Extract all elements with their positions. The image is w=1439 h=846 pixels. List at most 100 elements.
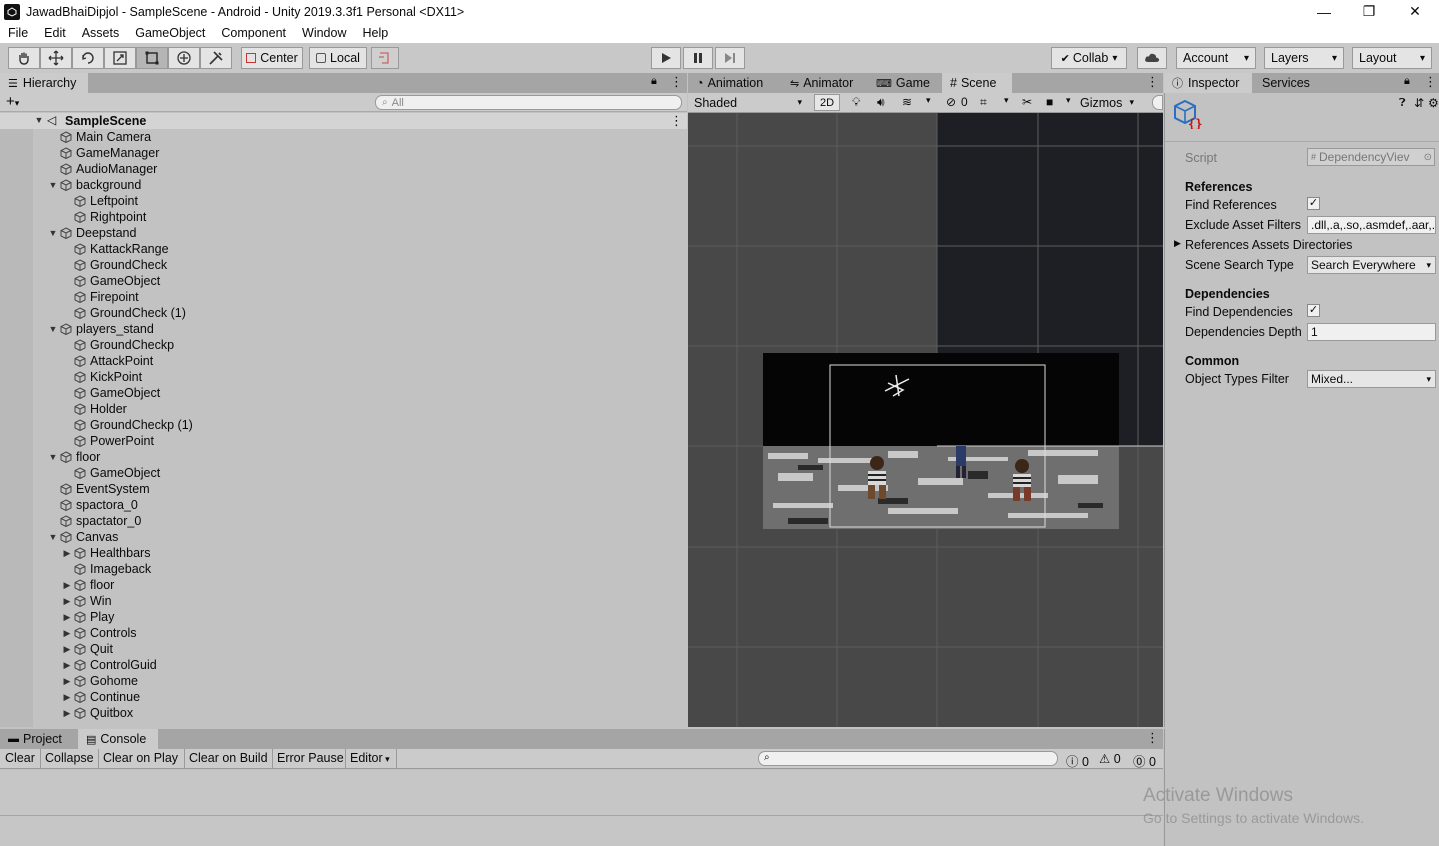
hierarchy-search-input[interactable]: ⌕ All <box>375 95 682 110</box>
tab-project[interactable]: ▬ Project <box>0 729 76 749</box>
pivot-center-button[interactable]: Center <box>241 47 303 69</box>
expand-arrow-icon[interactable]: ▶ <box>62 628 72 639</box>
tab-hierarchy[interactable]: ☰ Hierarchy <box>0 73 88 93</box>
console-menu-icon[interactable]: ⋮ <box>1146 730 1159 746</box>
tab-animator[interactable]: ⇋ Animator <box>782 73 861 93</box>
expand-arrow-icon[interactable]: ▼ <box>48 228 58 238</box>
hierarchy-item[interactable]: ▶ Continue <box>62 689 141 705</box>
hierarchy-item[interactable]: ▶ Healthbars <box>62 545 151 561</box>
hierarchy-item[interactable]: Firepoint <box>62 289 139 305</box>
console-log-area[interactable] <box>0 770 1163 846</box>
hierarchy-item[interactable]: GroundCheckp <box>62 337 174 353</box>
tab-inspector[interactable]: ⓘ Inspector <box>1164 73 1252 93</box>
pause-button[interactable] <box>683 47 713 69</box>
menu-file[interactable]: File <box>0 26 36 40</box>
audio-icon[interactable]: 🔊︎ <box>877 95 885 110</box>
menu-component[interactable]: Component <box>213 26 294 40</box>
object-picker-icon[interactable]: ⊙ <box>1424 152 1432 163</box>
effects-dropdown-icon[interactable]: ▾ <box>926 95 931 106</box>
scale-tool-button[interactable] <box>104 47 136 69</box>
pivot-local-button[interactable]: Local <box>309 47 367 69</box>
play-button[interactable] <box>651 47 681 69</box>
ref-dirs-label[interactable]: References Assets Directories <box>1185 238 1352 252</box>
hierarchy-item[interactable]: ▶ floor <box>62 577 115 593</box>
hierarchy-item[interactable]: ▶ Controls <box>62 625 137 641</box>
hierarchy-item[interactable]: ▼ floor <box>48 449 101 465</box>
hierarchy-item[interactable]: ▶ ControlGuid <box>62 657 157 673</box>
help-icon[interactable]: ❓︎ <box>1399 97 1406 110</box>
expand-arrow-icon[interactable]: ▶ <box>62 660 72 671</box>
hierarchy-item[interactable]: AttackPoint <box>62 353 153 369</box>
expand-arrow-icon[interactable]: ▶ <box>62 708 72 719</box>
dependencies-depth-input[interactable]: 1 <box>1307 323 1436 341</box>
layout-dropdown[interactable]: Layout <box>1352 47 1432 69</box>
transform-tool-button[interactable] <box>168 47 200 69</box>
hierarchy-item[interactable]: ▼ players_stand <box>48 321 154 337</box>
cloud-button[interactable] <box>1137 47 1167 69</box>
editor-dropdown[interactable]: Editor ▾ <box>350 751 390 765</box>
inspector-menu-icon[interactable]: ⋮ <box>1424 74 1437 90</box>
account-dropdown[interactable]: Account <box>1176 47 1256 69</box>
camera-dropdown-icon[interactable]: ▾ <box>1066 95 1071 106</box>
clear-on-build-button[interactable]: Clear on Build <box>189 751 268 765</box>
hierarchy-item[interactable]: Main Camera <box>48 129 151 145</box>
clear-button[interactable]: Clear <box>5 751 35 765</box>
hierarchy-item[interactable]: ▶ Gohome <box>62 673 138 689</box>
info-toggle[interactable]: ⓘ 0 <box>1066 751 1089 770</box>
expand-arrow-icon[interactable]: ▶ <box>62 580 72 591</box>
hierarchy-item[interactable]: Leftpoint <box>62 193 138 209</box>
find-dependencies-checkbox[interactable]: ✓ <box>1307 304 1320 317</box>
console-search-input[interactable]: ⌕ <box>758 751 1058 766</box>
hierarchy-item[interactable]: GameObject <box>62 273 160 289</box>
object-types-dropdown[interactable]: Mixed... ▾ <box>1307 370 1436 388</box>
clear-on-play-button[interactable]: Clear on Play <box>103 751 178 765</box>
rect-tool-button[interactable] <box>136 47 168 69</box>
snap-button[interactable] <box>371 47 399 69</box>
hierarchy-item[interactable]: GameObject <box>62 465 160 481</box>
expand-arrow-icon[interactable]: ▶ <box>62 676 72 687</box>
hierarchy-item[interactable]: KickPoint <box>62 369 142 385</box>
tab-console[interactable]: ▤ Console <box>78 729 158 749</box>
layers-dropdown[interactable]: Layers <box>1264 47 1344 69</box>
tab-animation[interactable]: ◔ Animation <box>688 73 771 93</box>
expand-arrow-icon[interactable]: ▶ <box>62 612 72 623</box>
close-button[interactable]: ✕ <box>1392 0 1438 23</box>
hierarchy-item[interactable]: Imageback <box>62 561 151 577</box>
menu-assets[interactable]: Assets <box>74 26 128 40</box>
grid-dropdown-icon[interactable]: ▾ <box>1004 95 1009 106</box>
create-add-button[interactable]: +▾ <box>6 93 19 110</box>
restore-button[interactable]: ❐ <box>1346 0 1392 23</box>
hierarchy-item[interactable]: GameObject <box>62 385 160 401</box>
error-toggle[interactable]: ⓪ 0 <box>1133 751 1156 770</box>
tab-scene[interactable]: # Scene <box>942 73 1012 93</box>
ref-dirs-expand-arrow[interactable]: ▶ <box>1174 238 1181 249</box>
hierarchy-item[interactable]: Holder <box>62 401 127 417</box>
hierarchy-item[interactable]: ▶ Quit <box>62 641 113 657</box>
hierarchy-item[interactable]: GroundCheckp (1) <box>62 417 193 433</box>
rotate-tool-button[interactable] <box>72 47 104 69</box>
tab-services[interactable]: Services <box>1254 73 1318 93</box>
hierarchy-item[interactable]: ▼ background <box>48 177 142 193</box>
hierarchy-item[interactable]: ▼ Canvas <box>48 529 119 545</box>
hierarchy-item[interactable]: GroundCheck (1) <box>62 305 186 321</box>
expand-arrow-icon[interactable]: ▶ <box>62 692 72 703</box>
move-tool-button[interactable] <box>40 47 72 69</box>
mode-2d-toggle[interactable]: 2D <box>814 94 840 111</box>
collab-dropdown[interactable]: ✔ Collab <box>1051 47 1127 69</box>
hierarchy-item[interactable]: ▶ Win <box>62 593 112 609</box>
script-field[interactable]: # DependencyViev ⊙ <box>1307 148 1435 166</box>
tab-game[interactable]: ⌨ Game <box>868 73 938 93</box>
expand-arrow-icon[interactable]: ▼ <box>48 452 58 462</box>
lighting-icon[interactable]: 💡︎ <box>852 95 860 110</box>
tools-toggle-icon[interactable]: ✂︎ <box>1022 95 1032 109</box>
gizmos-dropdown[interactable]: Gizmos ▾ <box>1078 94 1136 111</box>
hierarchy-item[interactable]: PowerPoint <box>62 433 154 449</box>
effects-icon[interactable]: ≋ <box>902 95 912 109</box>
scene-search-input[interactable] <box>1152 95 1163 110</box>
exclude-filters-input[interactable]: .dll,.a,.so,.asmdef,.aar,. <box>1307 216 1436 234</box>
hierarchy-item[interactable]: AudioManager <box>48 161 157 177</box>
hierarchy-item[interactable]: ▼ Deepstand <box>48 225 137 241</box>
hierarchy-item[interactable]: ▶ Play <box>62 609 115 625</box>
presets-icon[interactable]: ⇵ <box>1414 96 1424 110</box>
hand-tool-button[interactable] <box>8 47 40 69</box>
